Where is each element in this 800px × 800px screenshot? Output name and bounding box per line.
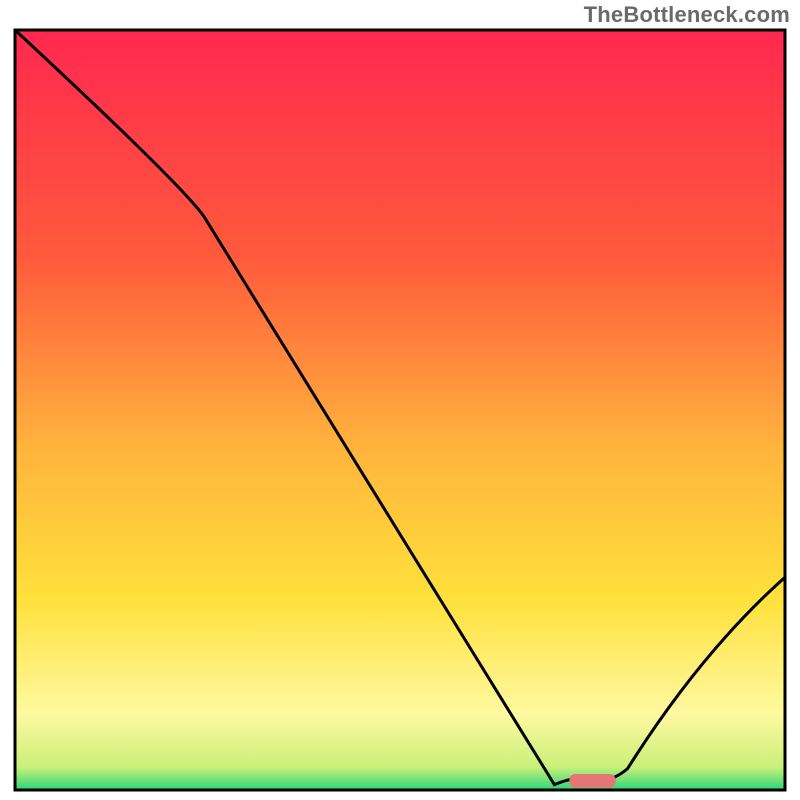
bottleneck-chart xyxy=(0,0,800,800)
highlight-band xyxy=(569,774,615,788)
chart-stage: TheBottleneck.com xyxy=(0,0,800,800)
gradient-fill xyxy=(15,30,785,790)
